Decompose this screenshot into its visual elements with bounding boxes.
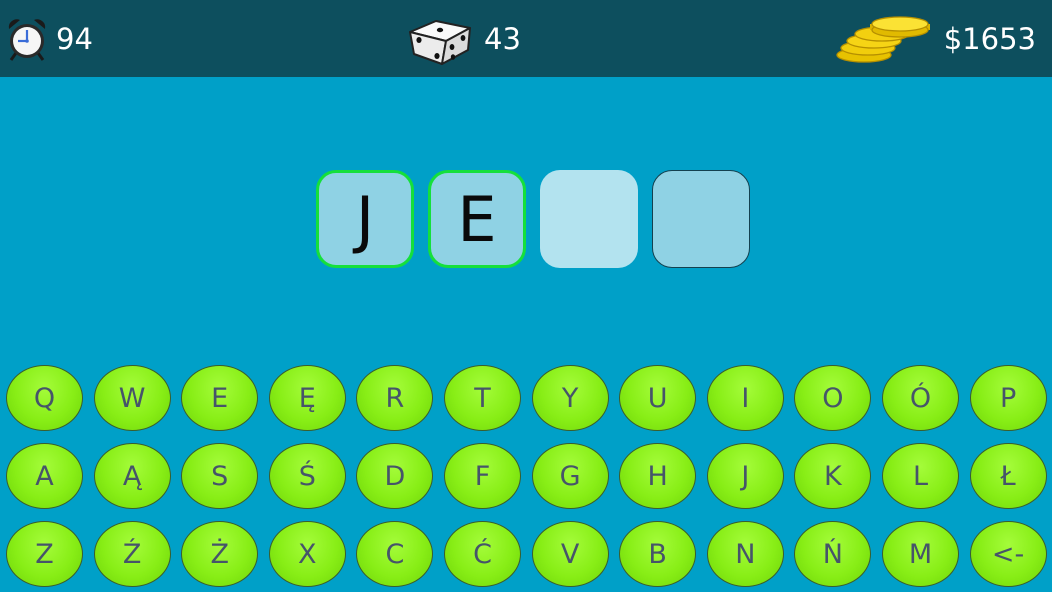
word-slot-4[interactable] (652, 170, 750, 268)
key-p[interactable]: P (969, 365, 1047, 431)
status-bar: 94 43 $1653 (0, 0, 1052, 77)
dice-icon (409, 19, 471, 65)
key-z[interactable]: Z (6, 521, 83, 587)
key-k[interactable]: K (794, 443, 872, 509)
key-g[interactable]: G (531, 443, 609, 509)
key-i[interactable]: I (706, 365, 784, 431)
key-x[interactable]: X (268, 521, 346, 587)
key-f[interactable]: F (444, 443, 521, 509)
key-l[interactable]: L (882, 443, 959, 509)
key-o-acute[interactable]: Ó (882, 365, 959, 431)
key-z-dot[interactable]: Ż (181, 521, 259, 587)
key-m[interactable]: M (882, 521, 959, 587)
word-slot-1[interactable]: J (316, 170, 414, 268)
key-n[interactable]: N (706, 521, 784, 587)
key-a[interactable]: A (6, 443, 83, 509)
key-w[interactable]: W (93, 365, 171, 431)
key-l-stroke[interactable]: Ł (969, 443, 1047, 509)
key-h[interactable]: H (619, 443, 697, 509)
key-j[interactable]: J (706, 443, 784, 509)
key-a-ogonek[interactable]: Ą (93, 443, 171, 509)
key-b[interactable]: B (619, 521, 697, 587)
word-slots: J E (316, 170, 764, 268)
money-stat: $1653 (834, 0, 1036, 77)
key-v[interactable]: V (531, 521, 609, 587)
word-slot-2[interactable]: E (428, 170, 526, 268)
key-r[interactable]: R (356, 365, 434, 431)
timer-value: 94 (56, 21, 93, 56)
money-value: $1653 (943, 21, 1036, 56)
gold-coins-icon (836, 15, 930, 63)
key-y[interactable]: Y (531, 365, 609, 431)
timer-stat: 94 (6, 0, 93, 77)
key-d[interactable]: D (356, 443, 434, 509)
key-s-acute[interactable]: Ś (268, 443, 346, 509)
key-n-acute[interactable]: Ń (794, 521, 872, 587)
key-c[interactable]: C (356, 521, 434, 587)
backspace-button[interactable]: <- (969, 521, 1047, 587)
key-t[interactable]: T (444, 365, 521, 431)
key-c-acute[interactable]: Ć (444, 521, 521, 587)
key-u[interactable]: U (619, 365, 697, 431)
key-z-acute[interactable]: Ź (93, 521, 171, 587)
dice-stat: 43 (406, 0, 521, 77)
key-o[interactable]: O (794, 365, 872, 431)
key-e-ogonek[interactable]: Ę (268, 365, 346, 431)
key-q[interactable]: Q (6, 365, 83, 431)
key-e[interactable]: E (181, 365, 259, 431)
key-s[interactable]: S (181, 443, 259, 509)
dice-value: 43 (484, 21, 521, 56)
word-slot-3[interactable] (540, 170, 638, 268)
alarm-clock-icon (8, 18, 46, 61)
